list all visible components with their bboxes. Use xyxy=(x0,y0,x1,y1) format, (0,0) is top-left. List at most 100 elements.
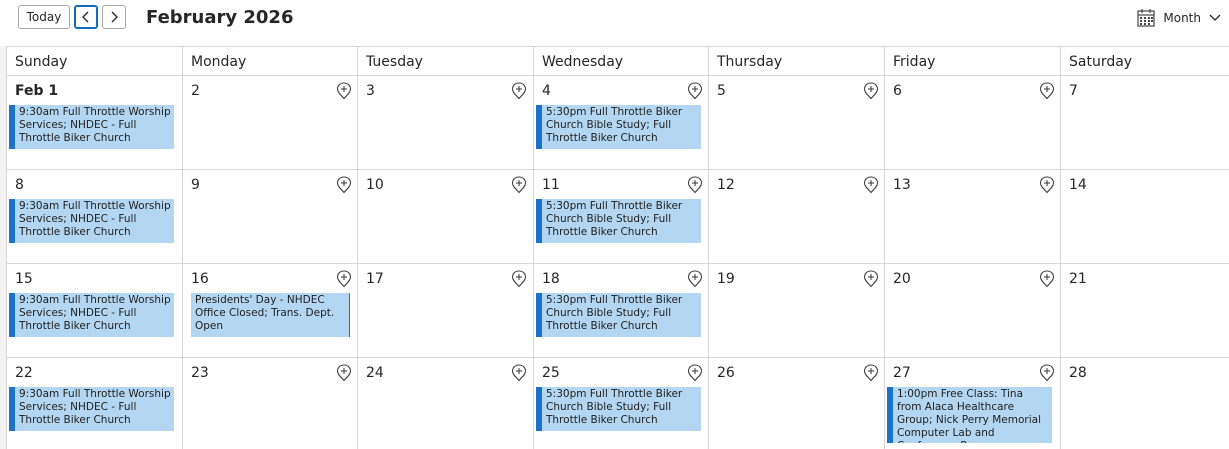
calendar-event[interactable]: 9:30am Full Throttle Worship Services; N… xyxy=(9,105,174,149)
date-number: 2 xyxy=(191,83,200,99)
day-cell[interactable]: 24 xyxy=(357,358,533,449)
add-event-icon[interactable] xyxy=(336,82,352,100)
add-event-icon[interactable] xyxy=(687,270,703,288)
date-number: 7 xyxy=(1069,83,1078,99)
chevron-down-icon xyxy=(1209,14,1221,21)
month-grid: Sunday Monday Tuesday Wednesday Thursday… xyxy=(6,46,1229,449)
date-number: 25 xyxy=(542,365,560,381)
date-number: 22 xyxy=(15,365,33,381)
date-number: 15 xyxy=(15,271,33,287)
add-event-icon[interactable] xyxy=(687,82,703,100)
add-event-icon[interactable] xyxy=(511,364,527,382)
calendar-event-all-day[interactable]: Presidents' Day - NHDEC Office Closed; T… xyxy=(185,293,350,337)
week-row: Feb 1 9:30am Full Throttle Worship Servi… xyxy=(6,76,1229,170)
calendar-toolbar: Today February 2026 Month xyxy=(0,0,1229,38)
add-event-icon[interactable] xyxy=(863,82,879,100)
calendar-event[interactable]: 1:00pm Free Class: Tina from Alaca Healt… xyxy=(887,387,1052,443)
date-number: 24 xyxy=(366,365,384,381)
date-number: 27 xyxy=(893,365,911,381)
day-cell[interactable]: 18 5:30pm Full Throttle Biker Church Bib… xyxy=(533,264,708,358)
date-number: 23 xyxy=(191,365,209,381)
weekday-header-friday: Friday xyxy=(884,47,1060,76)
day-cell[interactable]: 28 xyxy=(1060,358,1229,449)
day-cell[interactable]: 11 5:30pm Full Throttle Biker Church Bib… xyxy=(533,170,708,264)
date-number: 14 xyxy=(1069,177,1087,193)
date-number: 21 xyxy=(1069,271,1087,287)
day-cell[interactable]: 8 9:30am Full Throttle Worship Services;… xyxy=(6,170,182,264)
date-number: 20 xyxy=(893,271,911,287)
add-event-icon[interactable] xyxy=(1039,82,1055,100)
add-event-icon[interactable] xyxy=(511,270,527,288)
week-row: 8 9:30am Full Throttle Worship Services;… xyxy=(6,170,1229,264)
month-title: February 2026 xyxy=(146,7,294,28)
day-cell[interactable]: 23 xyxy=(182,358,357,449)
add-event-icon[interactable] xyxy=(511,176,527,194)
day-cell[interactable]: 3 xyxy=(357,76,533,170)
previous-month-button[interactable] xyxy=(74,5,98,29)
day-cell[interactable]: 25 5:30pm Full Throttle Biker Church Bib… xyxy=(533,358,708,449)
weekday-header-sunday: Sunday xyxy=(6,47,182,76)
calendar-event[interactable]: 5:30pm Full Throttle Biker Church Bible … xyxy=(536,387,701,431)
weekday-header-thursday: Thursday xyxy=(708,47,884,76)
add-event-icon[interactable] xyxy=(336,176,352,194)
day-cell[interactable]: 5 xyxy=(708,76,884,170)
today-button[interactable]: Today xyxy=(18,5,70,29)
calendar-event[interactable]: 5:30pm Full Throttle Biker Church Bible … xyxy=(536,199,701,243)
day-cell[interactable]: 20 xyxy=(884,264,1060,358)
day-cell[interactable]: 9 xyxy=(182,170,357,264)
day-cell[interactable]: 26 xyxy=(708,358,884,449)
add-event-icon[interactable] xyxy=(1039,270,1055,288)
date-number: 10 xyxy=(366,177,384,193)
add-event-icon[interactable] xyxy=(863,364,879,382)
day-cell[interactable]: 7 xyxy=(1060,76,1229,170)
weekday-header-tuesday: Tuesday xyxy=(357,47,533,76)
calendar-event[interactable]: 9:30am Full Throttle Worship Services; N… xyxy=(9,387,174,431)
add-event-icon[interactable] xyxy=(336,270,352,288)
day-cell[interactable]: 15 9:30am Full Throttle Worship Services… xyxy=(6,264,182,358)
add-event-icon[interactable] xyxy=(687,176,703,194)
next-month-button[interactable] xyxy=(102,5,126,29)
day-cell[interactable]: 21 xyxy=(1060,264,1229,358)
date-number: 17 xyxy=(366,271,384,287)
view-label: Month xyxy=(1163,11,1201,25)
day-cell[interactable]: 2 xyxy=(182,76,357,170)
weekday-header-row: Sunday Monday Tuesday Wednesday Thursday… xyxy=(6,46,1229,76)
view-switcher[interactable]: Month xyxy=(1137,7,1221,29)
date-number: 3 xyxy=(366,83,375,99)
add-event-icon[interactable] xyxy=(863,176,879,194)
add-event-icon[interactable] xyxy=(1039,364,1055,382)
add-event-icon[interactable] xyxy=(687,364,703,382)
add-event-icon[interactable] xyxy=(336,364,352,382)
weekday-header-wednesday: Wednesday xyxy=(533,47,708,76)
date-number: 28 xyxy=(1069,365,1087,381)
day-cell[interactable]: 12 xyxy=(708,170,884,264)
day-cell[interactable]: 6 xyxy=(884,76,1060,170)
day-cell[interactable]: 16 Presidents' Day - NHDEC Office Closed… xyxy=(182,264,357,358)
date-number: 13 xyxy=(893,177,911,193)
date-number: Feb 1 xyxy=(15,83,59,99)
add-event-icon[interactable] xyxy=(511,82,527,100)
calendar-event[interactable]: 5:30pm Full Throttle Biker Church Bible … xyxy=(536,105,701,149)
add-event-icon[interactable] xyxy=(1039,176,1055,194)
date-number: 6 xyxy=(893,83,902,99)
week-row: 22 9:30am Full Throttle Worship Services… xyxy=(6,358,1229,449)
day-cell[interactable]: 19 xyxy=(708,264,884,358)
add-event-icon[interactable] xyxy=(863,270,879,288)
day-cell[interactable]: 27 1:00pm Free Class: Tina from Alaca He… xyxy=(884,358,1060,449)
date-number: 18 xyxy=(542,271,560,287)
calendar-event[interactable]: 9:30am Full Throttle Worship Services; N… xyxy=(9,293,174,337)
day-cell[interactable]: 17 xyxy=(357,264,533,358)
day-cell[interactable]: 4 5:30pm Full Throttle Biker Church Bibl… xyxy=(533,76,708,170)
day-cell[interactable]: 10 xyxy=(357,170,533,264)
calendar-grid-icon xyxy=(1137,9,1155,27)
day-cell[interactable]: 22 9:30am Full Throttle Worship Services… xyxy=(6,358,182,449)
weekday-header-monday: Monday xyxy=(182,47,357,76)
day-cell[interactable]: 13 xyxy=(884,170,1060,264)
chevron-right-icon xyxy=(111,11,118,23)
day-cell[interactable]: Feb 1 9:30am Full Throttle Worship Servi… xyxy=(6,76,182,170)
day-cell[interactable]: 14 xyxy=(1060,170,1229,264)
date-number: 12 xyxy=(717,177,735,193)
calendar-event[interactable]: 9:30am Full Throttle Worship Services; N… xyxy=(9,199,174,243)
date-number: 19 xyxy=(717,271,735,287)
calendar-event[interactable]: 5:30pm Full Throttle Biker Church Bible … xyxy=(536,293,701,337)
